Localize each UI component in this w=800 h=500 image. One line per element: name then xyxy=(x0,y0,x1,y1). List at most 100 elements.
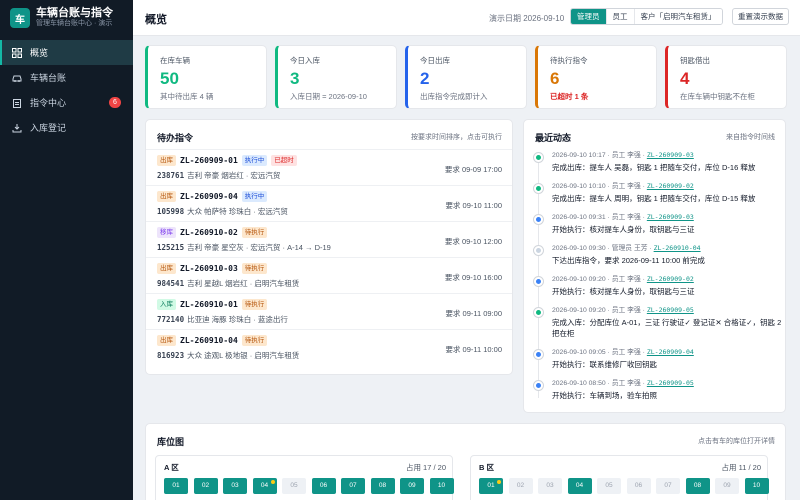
order-link[interactable]: ZL-260909-02 xyxy=(647,275,694,283)
top-bar: 概览 演示日期 2026-09-10 管理员 员工 客户「启明汽车租赁」 重置演示数… xyxy=(133,0,800,36)
stat-card: 待执行指令 6 已超时 1 条 xyxy=(535,45,657,109)
plate-number: 984541 xyxy=(157,279,185,288)
panel-title: 最近动态 xyxy=(535,133,572,143)
panel-hint: 点击有车的库位打开详情 xyxy=(698,438,775,445)
activity-text: 开始执行：联系维修厂收回钥匙 xyxy=(552,360,657,369)
car-icon xyxy=(12,73,22,83)
activity-text: 下达出库指令，要求 2026-09-11 10:00 前完成 xyxy=(552,256,705,265)
order-type-tag: 出库 xyxy=(157,155,176,166)
order-link[interactable]: ZL-260909-04 xyxy=(647,348,694,356)
stat-value: 3 xyxy=(290,69,300,88)
stat-subtext: 出库指令完成即计入 xyxy=(420,92,488,101)
activity-item: 2026-09-10 09:20 · 员工 李强 · ZL-260909-05 完… xyxy=(534,305,782,347)
activity-item: 2026-09-10 09:20 · 员工 李强 · ZL-260909-02 开… xyxy=(534,274,782,305)
activity-time: 2026-09-10 09:20 · 员工 李强 · xyxy=(552,307,647,314)
sidebar-item-label: 入库登记 xyxy=(30,123,67,133)
activity-time: 2026-09-10 10:10 · 员工 李强 · xyxy=(552,183,647,190)
sidebar-item-1[interactable]: 车辆台账 xyxy=(0,65,133,90)
parking-slot[interactable]: 08 xyxy=(685,478,710,494)
stat-label: 今日入库 xyxy=(290,56,320,65)
parking-slot: 05 xyxy=(597,478,621,494)
activity-text: 开始执行：核对提车人身份，取钥匙与三证 xyxy=(552,287,695,296)
parking-slot: 06 xyxy=(626,478,651,494)
role-button[interactable]: 管理员 xyxy=(571,9,607,24)
vehicle-desc: 比亚迪 海豚 珍珠白 · 蓝途出行 xyxy=(187,315,288,324)
role-button[interactable]: 员工 xyxy=(606,9,635,24)
activity-meta: 2026-09-10 09:20 · 员工 李强 · ZL-260909-02 xyxy=(552,274,782,285)
parking-slot[interactable]: 10 xyxy=(429,478,454,494)
stat-label: 待执行指令 xyxy=(550,56,588,65)
activity-meta: 2026-09-10 10:10 · 员工 李强 · ZL-260909-02 xyxy=(552,181,782,192)
activity-text: 完成出库：提车人 周明，钥匙 1 把随车交付，库位 D-15 释放 xyxy=(552,194,756,203)
panel-hint: 来自指令时间线 xyxy=(726,134,775,141)
plate-number: 816923 xyxy=(157,351,185,360)
vehicle-desc: 吉利 星越L 烟岩红 · 启明汽车租赁 xyxy=(187,279,300,288)
order-link[interactable]: ZL-260910-04 xyxy=(654,244,701,252)
order-link[interactable]: ZL-260909-05 xyxy=(647,379,694,387)
parking-slot[interactable]: 10 xyxy=(744,478,769,494)
order-code: ZL-260910-04 xyxy=(180,336,238,345)
stat-subtext: 在库车辆中钥匙不在柜 xyxy=(680,92,755,101)
order-code: ZL-260909-01 xyxy=(180,156,238,165)
parking-slot[interactable]: 09 xyxy=(400,478,424,494)
order-code: ZL-260909-04 xyxy=(180,192,238,201)
stat-value: 50 xyxy=(160,69,179,88)
sidebar-item-2[interactable]: 指令中心 6 xyxy=(0,90,133,115)
order-row[interactable]: 出库 ZL-260910-03 待执行 984541 吉利 星越L 烟岩红 · 启明汽车… xyxy=(146,257,512,293)
stat-label: 今日出库 xyxy=(420,56,450,65)
plate-number: 238761 xyxy=(157,171,185,180)
sidebar-item-label: 车辆台账 xyxy=(30,73,67,83)
sidebar-item-3[interactable]: 入库登记 xyxy=(0,115,133,140)
timeline-dot xyxy=(534,350,543,359)
order-link[interactable]: ZL-260909-05 xyxy=(647,306,694,314)
parking-slot[interactable]: 08 xyxy=(370,478,395,494)
due-time: 要求 09-10 12:00 xyxy=(444,237,502,246)
order-type-tag: 出库 xyxy=(157,335,176,346)
order-row[interactable]: 出库 ZL-260910-04 待执行 816923 大众 途观L 极地银 · 启明汽车… xyxy=(146,329,512,365)
role-switcher: 管理员 员工 客户「启明汽车租赁」 xyxy=(570,8,723,25)
timeline-dot xyxy=(534,215,543,224)
parking-slot[interactable]: 04 xyxy=(567,478,592,494)
order-row[interactable]: 移库 ZL-260910-02 待执行 125215 吉利 帝豪 星空灰 · 宏远汽贸 … xyxy=(146,221,512,257)
sidebar-item-0[interactable]: 概览 xyxy=(0,40,133,65)
stat-value: 6 xyxy=(550,69,560,88)
parking-slot[interactable]: 04 xyxy=(252,478,277,494)
parking-slot: 09 xyxy=(715,478,739,494)
order-link[interactable]: ZL-260909-02 xyxy=(647,182,694,190)
activity-item: 2026-09-10 09:30 · 管理员 王芳 · ZL-260910-04… xyxy=(534,243,782,274)
activity-meta: 2026-09-10 09:20 · 员工 李强 · ZL-260909-05 xyxy=(552,305,782,316)
order-link[interactable]: ZL-260909-03 xyxy=(647,151,694,159)
activity-meta: 2026-09-10 09:30 · 管理员 王芳 · ZL-260910-04 xyxy=(552,243,782,254)
parking-slot[interactable]: 06 xyxy=(311,478,336,494)
plate-number: 772140 xyxy=(157,315,185,324)
brand-title: 车辆台账与指令 xyxy=(36,7,113,19)
clipboard-icon xyxy=(12,98,22,108)
order-row[interactable]: 出库 ZL-260909-04 执行中 105998 大众 帕萨特 珍珠白 · 宏远汽贸… xyxy=(146,185,512,221)
brand-logo: 车 xyxy=(10,8,30,28)
timeline-dot xyxy=(534,153,543,162)
parking-slot[interactable]: 03 xyxy=(223,478,247,494)
activity-timeline: 2026-09-10 10:17 · 员工 李强 · ZL-260909-03 完… xyxy=(534,150,782,409)
stat-label: 钥匙借出 xyxy=(680,56,710,65)
stat-card: 钥匙借出 4 在库车辆中钥匙不在柜 xyxy=(665,45,787,109)
due-time: 要求 09-11 10:00 xyxy=(445,345,502,354)
parking-slot[interactable]: 01 xyxy=(164,478,188,494)
order-row[interactable]: 入库 ZL-260910-01 待执行 772140 比亚迪 海豚 珍珠白 · 蓝途出行… xyxy=(146,293,512,329)
parking-slot[interactable]: 01 xyxy=(479,478,503,494)
parking-slot[interactable]: 07 xyxy=(341,478,365,494)
parking-slot[interactable]: 02 xyxy=(193,478,218,494)
brand-subtitle: 管理车辆台账中心 · 演示 xyxy=(36,20,113,27)
activity-time: 2026-09-10 08:50 · 员工 李强 · xyxy=(552,380,647,387)
zone-name: B 区 xyxy=(479,463,494,472)
status-badge: 待执行 xyxy=(241,227,268,238)
activity-time: 2026-09-10 10:17 · 员工 李强 · xyxy=(552,152,647,159)
reset-demo-button[interactable]: 重置演示数据 xyxy=(732,8,789,25)
stat-value: 2 xyxy=(420,69,430,88)
role-button[interactable]: 客户「启明汽车租赁」 xyxy=(634,9,722,24)
vehicle-desc: 大众 途观L 极地银 · 启明汽车租赁 xyxy=(187,351,300,360)
due-time: 要求 09-10 11:00 xyxy=(445,201,502,210)
order-link[interactable]: ZL-260909-03 xyxy=(647,213,694,221)
order-row[interactable]: 出库 ZL-260909-01 执行中 已超时 238761 吉利 帝豪 烟岩红 · 宏远… xyxy=(146,149,512,185)
zone-occupancy: 占用 11 / 20 xyxy=(721,463,761,472)
parking-map-panel: 库位图 点击有车的库位打开详情 A 区占用 17 / 20 01 02 03 04 05 0… xyxy=(145,423,786,500)
